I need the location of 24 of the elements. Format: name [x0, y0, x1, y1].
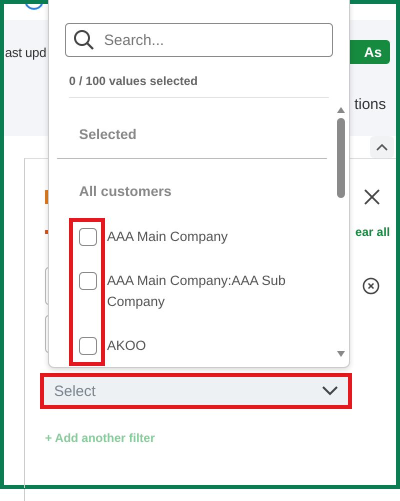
- selection-count: 0 / 100 values selected: [69, 74, 199, 88]
- select-field[interactable]: Select: [44, 377, 348, 405]
- scroll-down-icon[interactable]: [336, 350, 346, 358]
- section-heading: All customers: [78, 182, 173, 201]
- last-updated-text: ast upd: [5, 44, 46, 60]
- close-icon[interactable]: [364, 189, 380, 205]
- customer-option[interactable]: AAA Main Company: [107, 226, 307, 247]
- scrollbar[interactable]: [335, 106, 347, 358]
- clear-all-link[interactable]: ear all: [355, 225, 390, 239]
- remove-icon[interactable]: [362, 277, 380, 295]
- checkbox[interactable]: [79, 272, 97, 290]
- collapse-button[interactable]: [370, 136, 394, 158]
- search-icon: [73, 29, 95, 51]
- checkbox[interactable]: [79, 228, 97, 246]
- options-text: tions: [354, 96, 386, 113]
- scrollbar-thumb[interactable]: [337, 118, 345, 198]
- scroll-up-icon[interactable]: [336, 106, 346, 114]
- customer-option[interactable]: AAA Main Company:AAA Sub Company: [107, 270, 307, 312]
- customer-option[interactable]: AKOO: [107, 335, 307, 356]
- checkbox[interactable]: [79, 337, 97, 355]
- chevron-down-icon: [322, 386, 338, 396]
- section-heading: Selected: [78, 125, 138, 144]
- chevron-up-icon: [376, 143, 388, 151]
- search-field[interactable]: Search...: [65, 23, 333, 57]
